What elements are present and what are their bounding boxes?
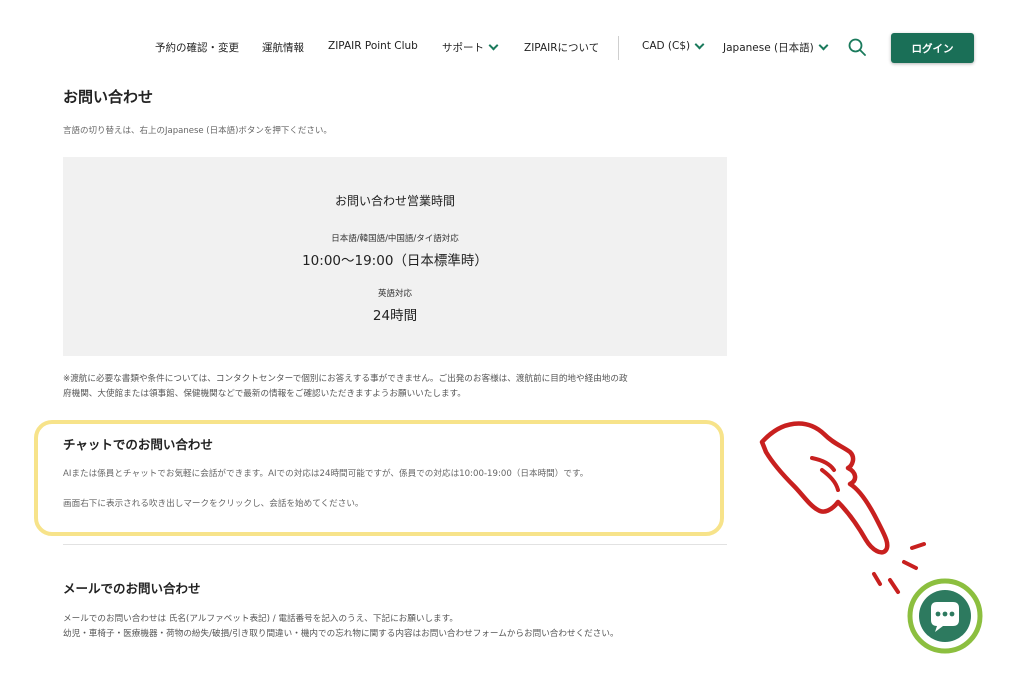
site-header: 予約の確認・変更 運航情報 ZIPAIR Point Club サポート ZIP… bbox=[0, 0, 1024, 80]
nav-reservation[interactable]: 予約の確認・変更 bbox=[155, 40, 239, 55]
language-label: Japanese (日本語) bbox=[723, 42, 814, 54]
chevron-down-icon bbox=[694, 39, 705, 49]
currency-label: CAD (C$) bbox=[642, 40, 691, 52]
business-hours-box: お問い合わせ営業時間 日本語/韓国語/中国語/タイ語対応 10:00〜19:00… bbox=[63, 157, 727, 356]
search-icon[interactable] bbox=[848, 38, 866, 56]
nav-point-club-label: ZIPAIR Point Club bbox=[328, 40, 418, 52]
language-selector[interactable]: Japanese (日本語) bbox=[723, 40, 829, 55]
currency-selector[interactable]: CAD (C$) bbox=[642, 39, 705, 52]
chat-section-description: AIまたは係員とチャットでお気軽に会話ができます。AIでの対応は24時間可能です… bbox=[63, 469, 589, 479]
section-divider bbox=[63, 544, 727, 545]
nav-point-club[interactable]: ZIPAIR Point Club bbox=[328, 40, 418, 52]
chevron-down-icon bbox=[818, 40, 829, 51]
mail-section-note: 幼児・車椅子・医療機器・荷物の紛失/破損/引き取り間違い・機内での忘れ物に関する… bbox=[63, 629, 619, 639]
nav-divider bbox=[618, 36, 619, 60]
asian-languages-hours: 10:00〜19:00（日本標準時） bbox=[302, 253, 488, 269]
english-label: 英語対応 bbox=[377, 289, 412, 299]
nav-about[interactable]: ZIPAIRについて bbox=[524, 40, 599, 55]
nav-support[interactable]: サポート bbox=[442, 40, 499, 55]
nav-flight-status-label: 運航情報 bbox=[262, 42, 304, 54]
travel-notice: ※渡航に必要な書類や条件については、コンタクトセンターで個別にお答えする事ができ… bbox=[63, 372, 733, 402]
business-hours-title: お問い合わせ営業時間 bbox=[334, 194, 455, 208]
nav-reservation-label: 予約の確認・変更 bbox=[155, 42, 239, 54]
nav-about-label: ZIPAIRについて bbox=[524, 42, 600, 54]
asian-languages-label: 日本語/韓国語/中国語/タイ語対応 bbox=[331, 234, 459, 244]
nav-flight-status[interactable]: 運航情報 bbox=[262, 40, 304, 55]
login-button[interactable]: ログイン bbox=[891, 33, 974, 63]
page-title: お問い合わせ bbox=[63, 88, 154, 106]
cutoff-text-fragment bbox=[63, 655, 213, 661]
chat-section-title: チャットでのお問い合わせ bbox=[63, 437, 213, 452]
chat-section-instruction: 画面右下に表示される吹き出しマークをクリックし、会話を始めてください。 bbox=[63, 499, 364, 509]
chat-launcher-button[interactable] bbox=[905, 576, 985, 656]
language-note: 言語の切り替えは、右上のJapanese (日本語)ボタンを押下ください。 bbox=[63, 126, 332, 136]
travel-notice-line: 府機関、大使館または領事館、保健機関などで最新の情報をご確認いただきますようお願… bbox=[63, 389, 466, 399]
travel-notice-line: ※渡航に必要な書類や条件については、コンタクトセンターで個別にお答えする事ができ… bbox=[63, 374, 628, 384]
nav-support-label: サポート bbox=[442, 42, 484, 54]
chevron-down-icon bbox=[488, 40, 499, 51]
mail-section-title: メールでのお問い合わせ bbox=[63, 581, 201, 596]
english-hours: 24時間 bbox=[372, 308, 418, 324]
mail-section-description: メールでのお問い合わせは 氏名(アルファベット表記) / 電話番号を記入のうえ、… bbox=[63, 614, 458, 624]
